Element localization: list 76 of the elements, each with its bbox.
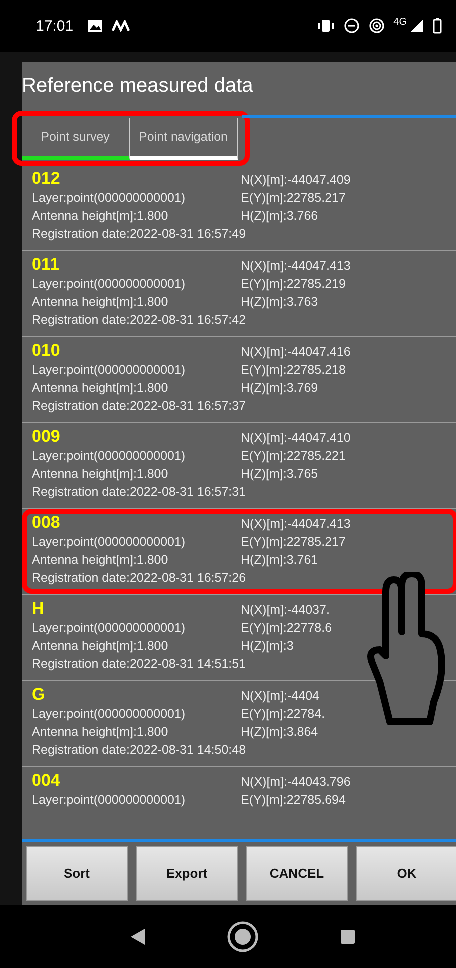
registration-date: Registration date:2022-08-31 16:57:31 bbox=[32, 484, 248, 501]
network-type: 4G bbox=[394, 16, 407, 28]
dialog-button[interactable]: Sort bbox=[26, 846, 128, 901]
east-value: E(Y)[m]:22784. bbox=[241, 706, 326, 723]
point-name: H bbox=[32, 599, 46, 619]
point-name: 008 bbox=[32, 513, 62, 533]
list-item[interactable]: 011 N(X)[m]:-44047.413 Layer:point(000000000001) E(Y)[m]:22785.219 Antenna height[m]:1.800 H(Z)[m]:3.763 Registration date:2022-08-31 16:57:42 bbox=[22, 251, 456, 337]
east-value: E(Y)[m]:22785.221 bbox=[241, 448, 347, 465]
point-name: 004 bbox=[32, 771, 62, 791]
point-name: G bbox=[32, 685, 46, 705]
height-value: H(Z)[m]:3.864 bbox=[241, 724, 320, 741]
north-value: N(X)[m]:-44047.409 bbox=[241, 172, 352, 189]
list-item[interactable]: 012 N(X)[m]:-44047.409 Layer:point(000000000001) E(Y)[m]:22785.217 Antenna height[m]:1.800 H(Z)[m]:3.766 Registration date:2022-08-31 16:57:49 bbox=[22, 165, 456, 251]
home-icon[interactable] bbox=[226, 920, 259, 952]
height-value: H(Z)[m]:3.769 bbox=[241, 380, 320, 397]
tab[interactable]: Point survey bbox=[22, 118, 130, 160]
layer-text: Layer:point(000000000001) bbox=[32, 362, 187, 379]
height-value: H(Z)[m]:3.761 bbox=[241, 552, 320, 569]
point-name: 011 bbox=[32, 255, 60, 275]
registration-date: Registration date:2022-08-31 16:57:42 bbox=[32, 312, 248, 329]
layer-text: Layer:point(000000000001) bbox=[32, 534, 187, 551]
image-icon bbox=[86, 19, 103, 33]
vibrate-icon bbox=[316, 19, 335, 33]
wave-icon bbox=[112, 20, 130, 32]
layer-text: Layer:point(000000000001) bbox=[32, 190, 187, 207]
status-time: 17:01 bbox=[36, 18, 74, 34]
east-value: E(Y)[m]:22785.218 bbox=[241, 362, 347, 379]
east-value: E(Y)[m]:22785.217 bbox=[241, 190, 347, 207]
antenna-height: Antenna height[m]:1.800 bbox=[32, 208, 170, 225]
height-value: H(Z)[m]:3.765 bbox=[241, 466, 320, 483]
north-value: N(X)[m]:-44037. bbox=[241, 602, 331, 619]
do-not-disturb-icon bbox=[344, 18, 360, 34]
east-value: E(Y)[m]:22785.219 bbox=[241, 276, 347, 293]
height-value: H(Z)[m]:3.766 bbox=[241, 208, 320, 225]
hotspot-icon bbox=[368, 18, 385, 34]
registration-date: Registration date:2022-08-31 16:57:49 bbox=[32, 226, 248, 243]
antenna-height: Antenna height[m]:1.800 bbox=[32, 294, 170, 311]
registration-date: Registration date:2022-08-31 16:57:26 bbox=[32, 570, 248, 587]
registration-date: Registration date:2022-08-31 16:57:37 bbox=[32, 398, 248, 415]
layer-text: Layer:point(000000000001) bbox=[32, 448, 187, 465]
north-value: N(X)[m]:-44047.413 bbox=[241, 258, 352, 275]
antenna-height: Antenna height[m]:1.800 bbox=[32, 552, 170, 569]
back-icon[interactable] bbox=[130, 928, 146, 946]
antenna-height: Antenna height[m]:1.800 bbox=[32, 380, 170, 397]
north-value: N(X)[m]:-44047.416 bbox=[241, 344, 352, 361]
east-value: E(Y)[m]:22785.694 bbox=[241, 792, 347, 809]
east-value: E(Y)[m]:22778.6 bbox=[241, 620, 334, 637]
height-value: H(Z)[m]:3 bbox=[241, 638, 295, 655]
point-name: 010 bbox=[32, 341, 62, 361]
recents-icon[interactable] bbox=[340, 928, 356, 944]
layer-text: Layer:point(000000000001) bbox=[32, 706, 187, 723]
point-name: 009 bbox=[32, 427, 62, 447]
dialog-button[interactable]: OK bbox=[356, 846, 456, 901]
dialog-button[interactable]: Export bbox=[136, 846, 238, 901]
east-value: E(Y)[m]:22785.217 bbox=[241, 534, 347, 551]
tab[interactable]: Point navigation bbox=[130, 118, 238, 160]
north-value: N(X)[m]:-44047.410 bbox=[241, 430, 352, 447]
dialog-button[interactable]: CANCEL bbox=[246, 846, 348, 901]
north-value: N(X)[m]:-4404 bbox=[241, 688, 320, 705]
antenna-height: Antenna height[m]:1.800 bbox=[32, 466, 170, 483]
list-item[interactable]: 010 N(X)[m]:-44047.416 Layer:point(000000000001) E(Y)[m]:22785.218 Antenna height[m]:1.800 H(Z)[m]:3.769 Registration date:2022-08-31 16:57:37 bbox=[22, 337, 456, 423]
registration-date: Registration date:2022-08-31 14:51:51 bbox=[32, 656, 248, 673]
dialog-title: Reference measured data bbox=[22, 74, 254, 99]
point-name: 012 bbox=[32, 169, 62, 189]
layer-text: Layer:point(000000000001) bbox=[32, 276, 187, 293]
north-value: N(X)[m]:-44047.413 bbox=[241, 516, 352, 533]
list-item[interactable]: 009 N(X)[m]:-44047.410 Layer:point(000000000001) E(Y)[m]:22785.221 Antenna height[m]:1.800 H(Z)[m]:3.765 Registration date:2022-08-31 16:57:31 bbox=[22, 423, 456, 509]
battery-icon bbox=[433, 18, 442, 34]
north-value: N(X)[m]:-44043.796 bbox=[241, 774, 352, 791]
layer-text: Layer:point(000000000001) bbox=[32, 792, 187, 809]
height-value: H(Z)[m]:3.763 bbox=[241, 294, 320, 311]
signal-icon bbox=[410, 19, 424, 33]
layer-text: Layer:point(000000000001) bbox=[32, 620, 187, 637]
registration-date: Registration date:2022-08-31 14:50:48 bbox=[32, 742, 248, 759]
antenna-height: Antenna height[m]:1.800 bbox=[32, 638, 170, 655]
antenna-height: Antenna height[m]:1.800 bbox=[32, 724, 170, 741]
